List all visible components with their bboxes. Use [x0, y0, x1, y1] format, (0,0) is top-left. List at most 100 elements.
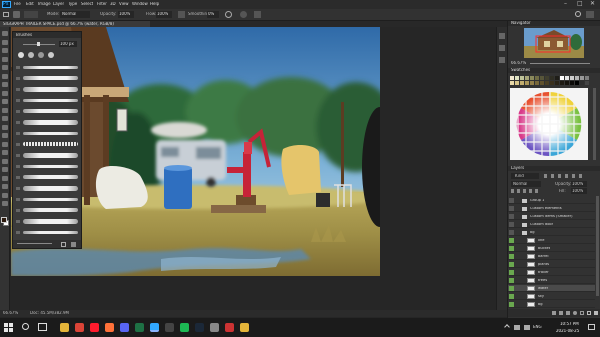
color-swatch[interactable]: [535, 81, 539, 85]
workspace-icon[interactable]: [586, 11, 594, 18]
color-swatch[interactable]: [510, 81, 514, 85]
minimize-icon[interactable]: –: [564, 1, 567, 7]
layer-visibility-eye-icon[interactable]: [509, 222, 514, 227]
explorer-taskbar-icon[interactable]: [60, 323, 69, 332]
brush-preset-stroke[interactable]: [23, 218, 78, 224]
mask-icon[interactable]: [566, 311, 570, 315]
taskbar-search-icon[interactable]: [22, 323, 29, 330]
brush-size-field[interactable]: 100 px: [59, 41, 77, 47]
status-zoom[interactable]: 66.67%: [3, 311, 18, 315]
navigator-zoom-value[interactable]: 66.67%: [511, 61, 526, 65]
close-icon[interactable]: ✕: [590, 1, 595, 7]
eraser-tool-icon[interactable]: [2, 124, 8, 130]
navigator-preview[interactable]: [524, 28, 584, 58]
windows-start-icon[interactable]: [4, 323, 13, 332]
color-swatch[interactable]: [585, 76, 589, 80]
brush-size-picker[interactable]: [24, 11, 38, 18]
layer-row[interactable]: trailer: [508, 269, 595, 276]
color-swatch[interactable]: [560, 76, 564, 80]
color-swatch[interactable]: [545, 76, 549, 80]
brush-tip-thumb[interactable]: [38, 52, 44, 58]
brush-size-slider-footer[interactable]: [17, 243, 52, 244]
color-swatch[interactable]: [540, 81, 544, 85]
new-group-icon[interactable]: [580, 311, 584, 315]
smoothing-options-gear-icon[interactable]: [225, 11, 232, 18]
properties-icon[interactable]: [499, 57, 505, 63]
notification-icon[interactable]: [588, 324, 595, 330]
color-swatch[interactable]: [550, 81, 554, 85]
brush-preset-stroke[interactable]: [23, 98, 78, 102]
layer-visibility-eye-icon[interactable]: [509, 286, 514, 291]
brush-preset-stroke[interactable]: [23, 131, 78, 135]
brush-tool-icon[interactable]: [2, 99, 8, 104]
layer-visibility-eye-icon[interactable]: [509, 278, 514, 283]
brush-preset-stroke[interactable]: [23, 175, 78, 179]
color-swatch[interactable]: [565, 76, 569, 80]
airbrush-icon[interactable]: [178, 11, 185, 18]
clone-stamp-tool-icon[interactable]: [2, 107, 8, 113]
brush-preset-stroke[interactable]: [23, 185, 78, 191]
blur-tool-icon[interactable]: [2, 141, 8, 147]
layer-row[interactable]: plants: [508, 261, 595, 268]
brush-tip-thumb[interactable]: [18, 52, 24, 58]
app-taskbar-icon[interactable]: [225, 323, 234, 332]
layer-row[interactable]: Custom elements: [508, 205, 595, 212]
layer-row[interactable]: bg: [508, 301, 595, 308]
hand-tool-icon[interactable]: [2, 192, 8, 198]
brush-preset-stroke[interactable]: [23, 230, 78, 234]
mode-select[interactable]: Normal: [60, 11, 90, 18]
excel-taskbar-icon[interactable]: [135, 323, 144, 332]
marquee-tool-icon[interactable]: [2, 39, 8, 45]
status-doc-size[interactable]: Doc: 45.5M/382.9M: [30, 311, 69, 315]
layer-row[interactable]: Group 1: [508, 197, 595, 204]
layer-visibility-eye-icon[interactable]: [509, 294, 514, 299]
pen-tool-icon[interactable]: [2, 158, 8, 164]
zoom-tool-icon[interactable]: [2, 201, 8, 206]
chrome-taskbar-icon[interactable]: [75, 323, 84, 332]
history-icon[interactable]: [499, 33, 505, 39]
menu-item-help[interactable]: Help: [150, 2, 159, 6]
color-swatch[interactable]: [580, 81, 584, 85]
layer-row[interactable]: bg: [508, 229, 595, 236]
layer-row[interactable]: sky: [508, 293, 595, 300]
fx-icon[interactable]: [559, 311, 563, 315]
color-swatch[interactable]: [575, 76, 579, 80]
color-swatch[interactable]: [560, 81, 564, 85]
color-swatch[interactable]: [575, 81, 579, 85]
menu-item-image[interactable]: Image: [38, 2, 51, 6]
color-swatch[interactable]: [530, 81, 534, 85]
crop-tool-icon[interactable]: [2, 65, 8, 70]
color-swatch[interactable]: [580, 76, 584, 80]
volume-icon[interactable]: [524, 325, 530, 330]
color-swatch[interactable]: [510, 76, 514, 80]
layer-lock-icons[interactable]: [511, 189, 541, 193]
layer-visibility-eye-icon[interactable]: [509, 206, 514, 211]
steam-taskbar-icon[interactable]: [195, 323, 204, 332]
color-swatch[interactable]: [515, 81, 519, 85]
brush-preset-stroke[interactable]: [23, 164, 78, 168]
brush-preset-stroke[interactable]: [23, 65, 78, 69]
color-swatch[interactable]: [555, 76, 559, 80]
layer-filter-icons[interactable]: [544, 174, 584, 178]
layer-visibility-eye-icon[interactable]: [509, 270, 514, 275]
settings-taskbar-icon[interactable]: [210, 323, 219, 332]
navigator-zoom-slider[interactable]: [530, 63, 590, 64]
color-swatch[interactable]: [525, 76, 529, 80]
menu-item-window[interactable]: Window: [132, 2, 148, 6]
layer-visibility-eye-icon[interactable]: [509, 214, 514, 219]
color-swatch[interactable]: [565, 81, 569, 85]
brush-preset-stroke[interactable]: [23, 86, 78, 92]
layer-row[interactable]: line: [508, 237, 595, 244]
rectangle-tool-icon[interactable]: [2, 184, 8, 189]
tray-up-chevron-icon[interactable]: [504, 324, 510, 330]
brush-tip-thumb[interactable]: [28, 52, 34, 58]
color-swatch[interactable]: [530, 76, 534, 80]
move-tool-icon[interactable]: [2, 31, 8, 36]
brush-preset-stroke[interactable]: [23, 76, 78, 80]
folder-taskbar-icon[interactable]: [240, 323, 249, 332]
network-icon[interactable]: [514, 325, 520, 330]
color-wheel-swatches[interactable]: [510, 88, 588, 160]
brush-preset-stroke[interactable]: [23, 142, 78, 146]
firefox-taskbar-icon[interactable]: [105, 323, 114, 332]
brush-size-slider-handle[interactable]: [37, 42, 40, 46]
